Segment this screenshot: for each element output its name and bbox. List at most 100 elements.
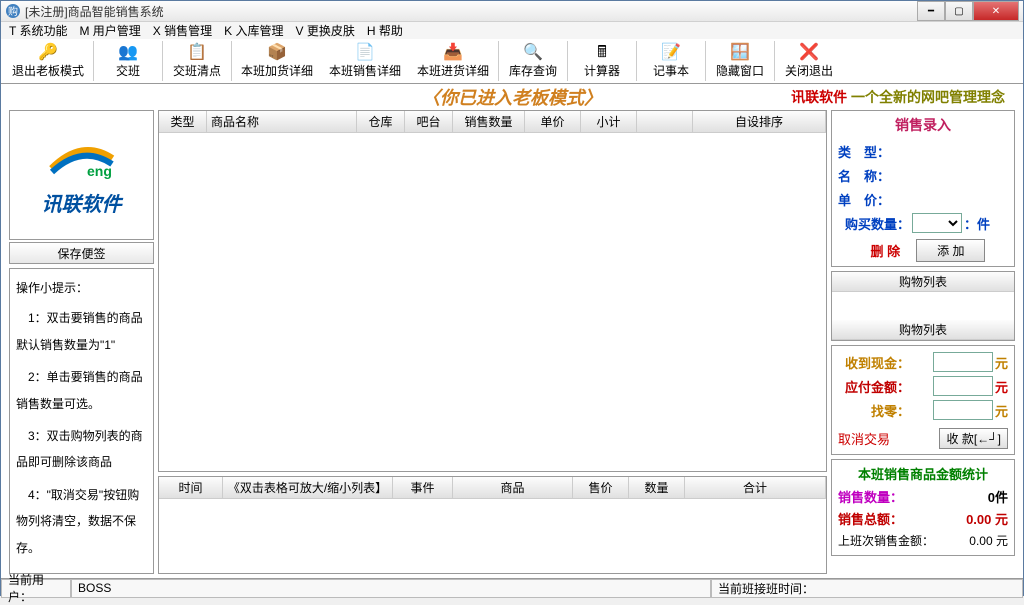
app-icon: 购 [5,3,21,19]
stats-qty-value: 0件 [988,487,1008,506]
tb-exit-boss[interactable]: 🔑退出老板模式 [5,39,91,83]
menubar: T 系统功能 M 用户管理 X 销售管理 K 入库管理 V 更换皮肤 H 帮助 [1,22,1023,39]
titlebar: 购 [未注册]商品智能销售系统 ━ ▢ ✕ [1,1,1023,22]
banner: 〈你已进入老板模式〉 讯联软件 一个全新的网吧管理理念 [1,84,1023,110]
search-icon: 🔍 [523,44,543,62]
tb-shift-count[interactable]: 📋交班清点 [165,39,229,83]
clipboard-icon: 📋 [187,44,207,62]
status-shift-label: 当前班接班时间： [711,579,1023,598]
col-type[interactable]: 类型 [159,111,207,132]
menu-skin[interactable]: V 更换皮肤 [295,22,354,39]
due-input[interactable] [933,376,993,396]
maximize-button[interactable]: ▢ [945,1,973,21]
col-subtotal[interactable]: 小计 [581,111,637,132]
col-time[interactable]: 时间 [159,477,223,498]
minimize-button[interactable]: ━ [917,1,945,21]
products-table[interactable]: 类型 商品名称 仓库 吧台 销售数量 单价 小计 自设排序 [158,110,827,472]
status-user-label: 当前用户： [1,579,71,598]
svg-text:eng: eng [87,163,112,179]
stats-qty-label: 销售数量： [838,487,903,506]
col-qty[interactable]: 销售数量 [453,111,525,132]
window-title: [未注册]商品智能销售系统 [25,3,917,20]
delete-button[interactable]: 删 除 [861,239,911,262]
inbox-icon: 📥 [443,44,463,62]
events-table[interactable]: 时间 《双击表格可放大/缩小列表】 事件 商品 售价 数量 合计 [158,476,827,574]
cancel-transaction[interactable]: 取消交易 [838,429,890,448]
col-zoom-hint[interactable]: 《双击表格可放大/缩小列表】 [223,477,393,498]
users-icon: 👥 [118,44,138,62]
cart-footer: 购物列表 [832,320,1014,340]
logo-icon: eng [42,134,122,184]
logo-box: eng 讯联软件 [9,110,154,240]
cash-input[interactable] [933,352,993,372]
save-note-button[interactable]: 保存便签 [9,242,154,264]
tips-panel: 操作小提示： 1：双击要销售的商品默认销售数量为"1" 2：单击要销售的商品销售… [9,268,154,574]
confirm-payment-button[interactable]: 收 款[←┘] [939,428,1008,449]
col-price[interactable]: 单价 [525,111,581,132]
entry-panel: 销售录入 类 型： 名 称： 单 价： 购买数量： ：件 删 除 添 加 [831,110,1015,267]
cart-body[interactable] [832,292,1014,320]
page-icon: 📄 [355,44,375,62]
tip-item: 2：单击要销售的商品销售数量可选。 [16,364,147,417]
name-label: 名 称： [838,166,910,185]
tb-add-detail[interactable]: 📦本班加货详细 [234,39,320,83]
menu-help[interactable]: H 帮助 [367,22,403,39]
tip-item: 4："取消交易"按钮购物列将清空，数据不保存。 [16,482,147,561]
calculator-icon: 🖩 [597,44,607,62]
box-icon: 📦 [267,44,287,62]
stats-panel: 本班销售商品金额统计 销售数量： 0件 销售总额： 0.00 元 上班次销售金额： 0… [831,459,1015,556]
menu-user[interactable]: M 用户管理 [79,22,140,39]
stats-last-label: 上班次销售金额： [838,532,934,549]
change-label: 找零： [838,401,910,420]
col-name[interactable]: 商品名称 [207,111,357,132]
tips-header: 操作小提示： [16,275,147,301]
toolbar: 🔑退出老板模式 👥交班 📋交班清点 📦本班加货详细 📄本班销售详细 📥本班进货详… [1,39,1023,84]
price-label: 单 价： [838,190,910,209]
stats-total-value: 0.00 元 [966,509,1008,528]
tb-exit[interactable]: ❌关闭退出 [777,39,841,83]
close-button[interactable]: ✕ [973,1,1019,21]
tb-notepad[interactable]: 📝记事本 [639,39,703,83]
notepad-icon: 📝 [661,44,681,62]
tb-sale-detail[interactable]: 📄本班销售详细 [322,39,408,83]
cart-panel: 购物列表 购物列表 [831,271,1015,341]
change-input[interactable] [933,400,993,420]
boss-mode-banner: 〈你已进入老板模式〉 [422,84,602,110]
tip-item: 3：双击购物列表的商品即可删除该商品 [16,423,147,476]
qty-label: 购买数量： [838,214,910,233]
logo-text: 讯联软件 [42,188,122,217]
col-event[interactable]: 事件 [393,477,453,498]
status-user-value: BOSS [71,579,711,598]
tb-hide[interactable]: 🪟隐藏窗口 [708,39,772,83]
tb-calc[interactable]: 🖩计算器 [570,39,634,83]
stats-total-label: 销售总额： [838,509,903,528]
type-label: 类 型： [838,142,910,161]
statusbar: 当前用户： BOSS 当前班接班时间： [1,578,1023,598]
stats-last-value: 0.00 元 [969,532,1008,549]
tb-stock-query[interactable]: 🔍库存查询 [501,39,565,83]
col-bar[interactable]: 吧台 [405,111,453,132]
tb-shift[interactable]: 👥交班 [96,39,160,83]
qty-unit: ：件 [964,214,990,233]
qty-select[interactable] [912,213,962,233]
brand-slogan: 讯联软件 一个全新的网吧管理理念 [791,87,1005,107]
tip-item: 1：双击要销售的商品默认销售数量为"1" [16,305,147,358]
col-product[interactable]: 商品 [453,477,573,498]
menu-stock[interactable]: K 入库管理 [224,22,283,39]
col-sqty[interactable]: 数量 [629,477,685,498]
col-sprice[interactable]: 售价 [573,477,629,498]
key-icon: 🔑 [38,44,58,62]
col-total[interactable]: 合计 [685,477,826,498]
col-warehouse[interactable]: 仓库 [357,111,405,132]
menu-system[interactable]: T 系统功能 [9,22,67,39]
window-icon: 🪟 [730,44,750,62]
x-icon: ❌ [799,44,819,62]
svg-text:购: 购 [8,5,18,18]
col-order[interactable]: 自设排序 [693,111,826,132]
menu-sales[interactable]: X 销售管理 [153,22,212,39]
payment-panel: 收到现金：元 应付金额：元 找零：元 取消交易 收 款[←┘] [831,345,1015,455]
entry-title: 销售录入 [838,115,1008,135]
tb-in-detail[interactable]: 📥本班进货详细 [410,39,496,83]
stats-title: 本班销售商品金额统计 [838,464,1008,483]
add-button[interactable]: 添 加 [916,239,985,262]
